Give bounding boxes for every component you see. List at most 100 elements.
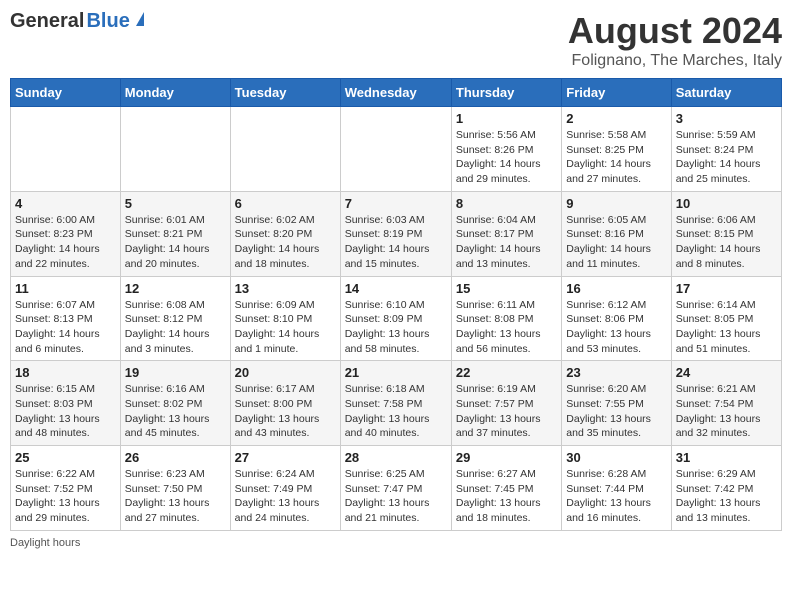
- day-info: Sunrise: 6:23 AM Sunset: 7:50 PM Dayligh…: [125, 467, 226, 526]
- day-number: 29: [456, 450, 557, 465]
- day-info: Sunrise: 6:16 AM Sunset: 8:02 PM Dayligh…: [125, 382, 226, 441]
- day-number: 11: [15, 281, 116, 296]
- day-number: 17: [676, 281, 777, 296]
- day-number: 26: [125, 450, 226, 465]
- day-number: 18: [15, 365, 116, 380]
- daylight-label: Daylight hours: [10, 537, 80, 549]
- day-info: Sunrise: 6:18 AM Sunset: 7:58 PM Dayligh…: [345, 382, 447, 441]
- calendar-week-row: 25Sunrise: 6:22 AM Sunset: 7:52 PM Dayli…: [11, 446, 782, 531]
- calendar-cell: 19 Sunrise: 6:16 AM Sunset: 8:02 PM Dayli…: [120, 361, 230, 446]
- day-info: Sunrise: 6:24 AM Sunset: 7:49 PM Dayligh…: [235, 467, 336, 526]
- calendar-cell: 10Sunrise: 6:06 AM Sunset: 8:15 PM Dayli…: [671, 191, 781, 276]
- calendar-cell: 27 Sunrise: 6:24 AM Sunset: 7:49 PM Dayli…: [230, 446, 340, 531]
- calendar-cell: 12Sunrise: 6:08 AM Sunset: 8:12 PM Dayli…: [120, 276, 230, 361]
- calendar-cell: 21Sunrise: 6:18 AM Sunset: 7:58 PM Dayli…: [340, 361, 451, 446]
- calendar-cell: 2Sunrise: 5:58 AM Sunset: 8:25 PM Daylig…: [562, 107, 671, 192]
- calendar-cell: 3 Sunrise: 5:59 AM Sunset: 8:24 PM Daylig…: [671, 107, 781, 192]
- day-info: Sunrise: 6:29 AM Sunset: 7:42 PM Dayligh…: [676, 467, 777, 526]
- calendar-header-saturday: Saturday: [671, 79, 781, 107]
- day-info: Sunrise: 6:05 AM Sunset: 8:16 PM Dayligh…: [566, 213, 666, 272]
- day-number: 15: [456, 281, 557, 296]
- day-number: 4: [15, 196, 116, 211]
- day-info: Sunrise: 6:02 AM Sunset: 8:20 PM Dayligh…: [235, 213, 336, 272]
- day-number: 6: [235, 196, 336, 211]
- day-info: Sunrise: 6:21 AM Sunset: 7:54 PM Dayligh…: [676, 382, 777, 441]
- calendar-cell: 28Sunrise: 6:25 AM Sunset: 7:47 PM Dayli…: [340, 446, 451, 531]
- calendar-cell: 4Sunrise: 6:00 AM Sunset: 8:23 PM Daylig…: [11, 191, 121, 276]
- day-number: 20: [235, 365, 336, 380]
- title-area: August 2024 Folignano, The Marches, Ital…: [568, 10, 782, 70]
- calendar-cell: 13 Sunrise: 6:09 AM Sunset: 8:10 PM Dayli…: [230, 276, 340, 361]
- day-number: 23: [566, 365, 666, 380]
- day-number: 1: [456, 111, 557, 126]
- day-number: 22: [456, 365, 557, 380]
- day-info: Sunrise: 6:09 AM Sunset: 8:10 PM Dayligh…: [235, 298, 336, 357]
- day-number: 24: [676, 365, 777, 380]
- calendar-cell: 26 Sunrise: 6:23 AM Sunset: 7:50 PM Dayli…: [120, 446, 230, 531]
- calendar-cell: 29 Sunrise: 6:27 AM Sunset: 7:45 PM Dayli…: [451, 446, 561, 531]
- calendar-cell: 9Sunrise: 6:05 AM Sunset: 8:16 PM Daylig…: [562, 191, 671, 276]
- day-number: 13: [235, 281, 336, 296]
- calendar-cell: 30 Sunrise: 6:28 AM Sunset: 7:44 PM Dayli…: [562, 446, 671, 531]
- header: General Blue August 2024 Folignano, The …: [10, 10, 782, 70]
- calendar-cell: [340, 107, 451, 192]
- day-info: Sunrise: 6:20 AM Sunset: 7:55 PM Dayligh…: [566, 382, 666, 441]
- day-number: 30: [566, 450, 666, 465]
- calendar-week-row: 1Sunrise: 5:56 AM Sunset: 8:26 PM Daylig…: [11, 107, 782, 192]
- calendar-header-wednesday: Wednesday: [340, 79, 451, 107]
- calendar-cell: 20 Sunrise: 6:17 AM Sunset: 8:00 PM Dayli…: [230, 361, 340, 446]
- calendar-cell: 24 Sunrise: 6:21 AM Sunset: 7:54 PM Dayli…: [671, 361, 781, 446]
- day-number: 27: [235, 450, 336, 465]
- day-number: 14: [345, 281, 447, 296]
- day-info: Sunrise: 6:01 AM Sunset: 8:21 PM Dayligh…: [125, 213, 226, 272]
- day-info: Sunrise: 5:59 AM Sunset: 8:24 PM Dayligh…: [676, 128, 777, 187]
- calendar-cell: 7Sunrise: 6:03 AM Sunset: 8:19 PM Daylig…: [340, 191, 451, 276]
- logo-triangle-icon: [136, 12, 144, 26]
- day-number: 8: [456, 196, 557, 211]
- calendar-header-friday: Friday: [562, 79, 671, 107]
- day-number: 3: [676, 111, 777, 126]
- calendar-header-sunday: Sunday: [11, 79, 121, 107]
- calendar-cell: 11 Sunrise: 6:07 AM Sunset: 8:13 PM Dayli…: [11, 276, 121, 361]
- day-info: Sunrise: 6:07 AM Sunset: 8:13 PM Dayligh…: [15, 298, 116, 357]
- calendar-week-row: 18Sunrise: 6:15 AM Sunset: 8:03 PM Dayli…: [11, 361, 782, 446]
- calendar-cell: 16 Sunrise: 6:12 AM Sunset: 8:06 PM Dayli…: [562, 276, 671, 361]
- day-number: 28: [345, 450, 447, 465]
- calendar-week-row: 11 Sunrise: 6:07 AM Sunset: 8:13 PM Dayli…: [11, 276, 782, 361]
- day-number: 31: [676, 450, 777, 465]
- day-info: Sunrise: 6:28 AM Sunset: 7:44 PM Dayligh…: [566, 467, 666, 526]
- calendar-cell: [11, 107, 121, 192]
- day-info: Sunrise: 6:03 AM Sunset: 8:19 PM Dayligh…: [345, 213, 447, 272]
- day-number: 10: [676, 196, 777, 211]
- day-info: Sunrise: 6:14 AM Sunset: 8:05 PM Dayligh…: [676, 298, 777, 357]
- calendar-cell: [120, 107, 230, 192]
- calendar-header-monday: Monday: [120, 79, 230, 107]
- day-number: 19: [125, 365, 226, 380]
- calendar-cell: 18Sunrise: 6:15 AM Sunset: 8:03 PM Dayli…: [11, 361, 121, 446]
- location-title: Folignano, The Marches, Italy: [568, 52, 782, 70]
- calendar-cell: 25Sunrise: 6:22 AM Sunset: 7:52 PM Dayli…: [11, 446, 121, 531]
- calendar-cell: [230, 107, 340, 192]
- day-number: 16: [566, 281, 666, 296]
- calendar: SundayMondayTuesdayWednesdayThursdayFrid…: [10, 78, 782, 531]
- calendar-header-thursday: Thursday: [451, 79, 561, 107]
- day-number: 5: [125, 196, 226, 211]
- calendar-cell: 8 Sunrise: 6:04 AM Sunset: 8:17 PM Daylig…: [451, 191, 561, 276]
- logo: General Blue: [10, 10, 130, 33]
- day-number: 2: [566, 111, 666, 126]
- day-info: Sunrise: 6:22 AM Sunset: 7:52 PM Dayligh…: [15, 467, 116, 526]
- logo-general-text: General: [10, 10, 84, 33]
- calendar-cell: 14Sunrise: 6:10 AM Sunset: 8:09 PM Dayli…: [340, 276, 451, 361]
- calendar-cell: 22Sunrise: 6:19 AM Sunset: 7:57 PM Dayli…: [451, 361, 561, 446]
- month-title: August 2024: [568, 10, 782, 52]
- day-info: Sunrise: 6:12 AM Sunset: 8:06 PM Dayligh…: [566, 298, 666, 357]
- calendar-header-row: SundayMondayTuesdayWednesdayThursdayFrid…: [11, 79, 782, 107]
- logo-blue-text: Blue: [86, 10, 129, 32]
- calendar-cell: 31 Sunrise: 6:29 AM Sunset: 7:42 PM Dayli…: [671, 446, 781, 531]
- footer-note: Daylight hours: [10, 537, 782, 549]
- calendar-cell: 6 Sunrise: 6:02 AM Sunset: 8:20 PM Daylig…: [230, 191, 340, 276]
- day-info: Sunrise: 6:27 AM Sunset: 7:45 PM Dayligh…: [456, 467, 557, 526]
- calendar-cell: 5 Sunrise: 6:01 AM Sunset: 8:21 PM Daylig…: [120, 191, 230, 276]
- day-info: Sunrise: 6:04 AM Sunset: 8:17 PM Dayligh…: [456, 213, 557, 272]
- day-info: Sunrise: 6:17 AM Sunset: 8:00 PM Dayligh…: [235, 382, 336, 441]
